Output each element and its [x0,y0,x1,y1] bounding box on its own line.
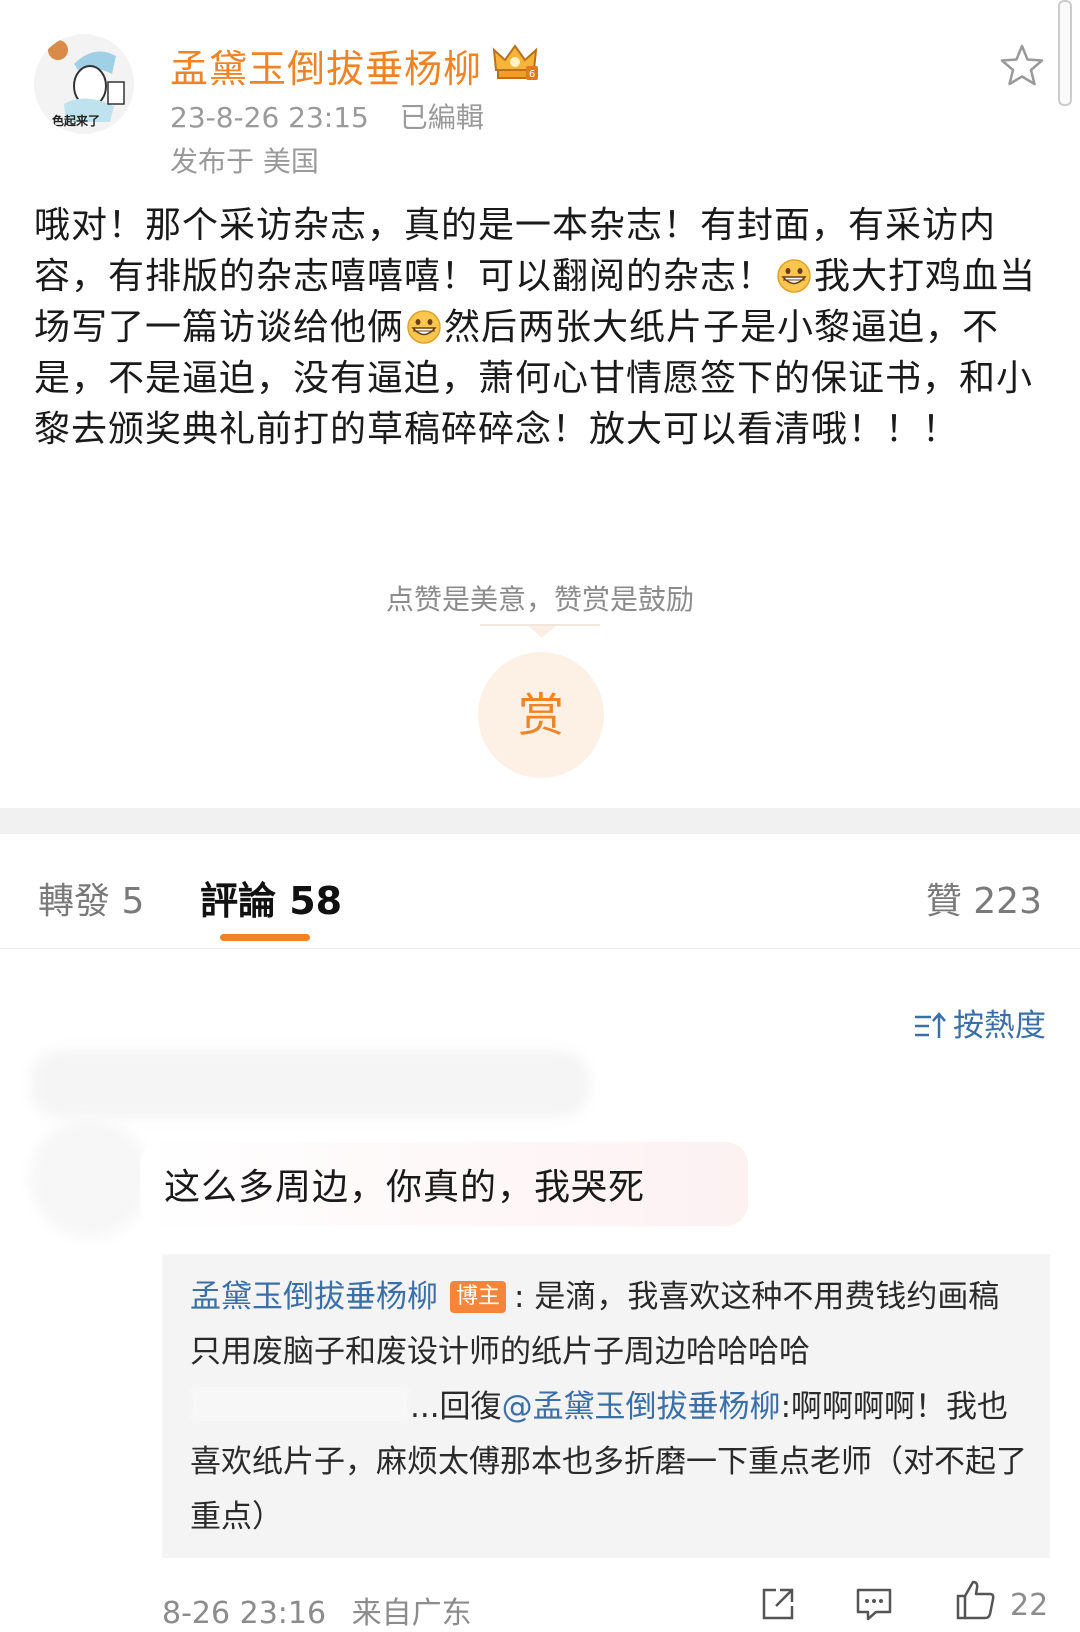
reply-author[interactable]: 孟黛玉倒拔垂杨柳 [190,1279,438,1315]
comment-time: 8-26 23:16 [162,1596,327,1631]
post-body: 哦对！那个采访杂志，真的是一本杂志！有封面，有采访内容，有排版的杂志嘻嘻嘻！可以… [34,200,1044,455]
scrollbar[interactable] [1058,0,1072,106]
reward-button[interactable]: 赏 [478,652,604,778]
redacted-username [190,1387,410,1421]
comment-meta: 8-26 23:16 来自广东 [162,1588,472,1632]
grin-emoji-icon [777,259,811,293]
redacted-username [30,1050,590,1118]
post-time: 23-8-26 23:15 [170,101,369,134]
comment-source: 来自广东 [351,1596,472,1631]
comment-like-count: 22 [1010,1588,1049,1623]
section-divider [0,808,1080,834]
author-name[interactable]: 孟黛玉倒拔垂杨柳 [170,38,482,93]
like-icon[interactable] [954,1578,998,1622]
reply-thread: 孟黛玉倒拔垂杨柳 博主: 是滴，我喜欢这种不用费钱约画稿只用废脑子和废设计师的纸片… [190,1270,1030,1545]
edited-label[interactable]: 已編輯 [400,101,484,134]
post-meta: 23-8-26 23:15 已編輯 [170,96,484,136]
reply-item: 孟黛玉倒拔垂杨柳 博主: 是滴，我喜欢这种不用费钱约画稿只用废脑子和废设计师的纸片… [190,1270,1030,1380]
tab-likes[interactable]: 贊 223 [926,872,1042,924]
crown-vip-icon[interactable]: 6 [490,40,540,84]
author-badge: 博主 [450,1281,507,1313]
post-location: 发布于 美国 [170,145,319,178]
share-icon[interactable] [758,1584,798,1624]
comment-text: 这么多周边，你真的，我哭死 [164,1167,646,1208]
redacted-avatar [30,1118,150,1238]
reward-pointer [528,626,556,638]
active-tab-indicator [220,934,310,941]
avatar-caption: 色起来了 [52,114,101,128]
sort-button[interactable]: 按熱度 [913,1000,1046,1045]
reply-prefix: ...回復 [410,1389,502,1425]
avatar[interactable]: 色起来了 [34,34,134,134]
comment-icon[interactable] [854,1584,894,1624]
tab-comments[interactable]: 評論 58 [200,870,342,925]
reply-item: ...回復@孟黛玉倒拔垂杨柳:啊啊啊啊！我也喜欢纸片子，麻烦太傅那本也多折磨一下… [190,1380,1030,1545]
sort-label: 按熱度 [953,1008,1046,1044]
reward-caption: 点赞是美意，赞赏是鼓励 [385,583,694,616]
tab-repost[interactable]: 轉發 5 [38,872,144,924]
star-icon[interactable] [998,42,1046,90]
grin-emoji-icon [407,310,441,344]
svg-text:6: 6 [529,69,535,80]
sort-icon [915,1012,946,1038]
tabs-divider [0,948,1080,949]
mention-link[interactable]: @孟黛玉倒拔垂杨柳 [502,1389,781,1425]
